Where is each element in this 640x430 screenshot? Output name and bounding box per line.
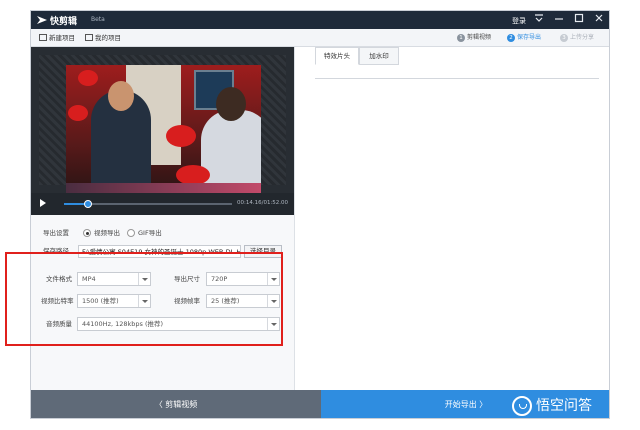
time-display: 00:14.16/01:52.00 bbox=[237, 200, 289, 206]
step-save-export: 2 保存导出 bbox=[507, 33, 541, 43]
highlight-frame bbox=[5, 252, 283, 346]
my-projects-label: 我的项目 bbox=[95, 34, 121, 42]
step-number: 2 bbox=[507, 34, 515, 42]
tab-watermark[interactable]: 加水印 bbox=[359, 47, 399, 65]
export-settings-label: 导出设置 bbox=[43, 229, 69, 237]
scene-flower bbox=[166, 125, 196, 147]
gif-export-radio[interactable] bbox=[127, 229, 135, 237]
start-export-label: 开始导出 bbox=[444, 400, 477, 409]
app-window: 快剪辑 Beta 登录 新建项目 我的项目 1 剪辑视频 2 保存导出 3 上传分 bbox=[30, 10, 610, 419]
video-export-label[interactable]: 视频导出 bbox=[94, 227, 120, 239]
beta-badge: Beta bbox=[91, 16, 105, 23]
chevron-right-icon: 〉 bbox=[476, 400, 488, 409]
step-label: 上传分享 bbox=[570, 34, 595, 41]
video-export-radio[interactable] bbox=[83, 229, 91, 237]
video-preview[interactable] bbox=[31, 47, 294, 193]
title-bar: 快剪辑 Beta 登录 bbox=[31, 11, 609, 29]
app-logo-icon bbox=[37, 16, 47, 24]
player-controls: 00:14.16/01:52.00 bbox=[31, 193, 294, 215]
step-number: 1 bbox=[457, 34, 465, 42]
scene-person-right bbox=[201, 110, 261, 193]
close-icon[interactable] bbox=[592, 13, 606, 27]
tab-divider bbox=[315, 78, 599, 79]
step-upload-share: 3 上传分享 bbox=[560, 33, 594, 43]
watermark-text: 悟空问答 bbox=[536, 398, 592, 414]
watermark: 悟空问答 bbox=[512, 394, 592, 418]
scene-flower bbox=[68, 105, 88, 121]
step-number: 3 bbox=[560, 34, 568, 42]
scene-flower bbox=[78, 70, 98, 86]
tab-intro-effects[interactable]: 特效片头 bbox=[315, 47, 359, 65]
scene-person-right-head bbox=[216, 87, 246, 121]
video-frame bbox=[66, 65, 261, 193]
scene-flower bbox=[176, 165, 210, 185]
wukong-logo-icon bbox=[512, 396, 532, 416]
new-project-icon bbox=[39, 34, 47, 41]
play-icon[interactable] bbox=[40, 199, 46, 207]
progress-track[interactable] bbox=[64, 200, 232, 208]
gif-export-label[interactable]: GIF导出 bbox=[138, 227, 162, 239]
step-label: 剪辑视频 bbox=[467, 34, 492, 41]
scene-person-left-head bbox=[108, 81, 134, 111]
my-projects-button[interactable]: 我的项目 bbox=[85, 33, 121, 43]
chevron-left-icon: 〈 bbox=[154, 400, 166, 409]
new-project-button[interactable]: 新建项目 bbox=[39, 33, 75, 43]
minimize-icon[interactable] bbox=[552, 13, 566, 27]
scene-band bbox=[66, 183, 261, 193]
progress-knob[interactable] bbox=[83, 200, 92, 208]
step-edit-video: 1 剪辑视频 bbox=[457, 33, 491, 43]
toolbar: 新建项目 我的项目 1 剪辑视频 2 保存导出 3 上传分享 bbox=[31, 29, 609, 47]
app-title: 快剪辑 bbox=[50, 17, 78, 27]
back-to-edit-label: 剪辑视频 bbox=[165, 400, 198, 409]
right-panel: 特效片头 加水印 bbox=[294, 47, 609, 390]
folder-icon bbox=[85, 34, 93, 41]
back-to-edit-button[interactable]: 〈 剪辑视频 bbox=[31, 390, 321, 418]
new-project-label: 新建项目 bbox=[49, 34, 75, 42]
login-link[interactable]: 登录 bbox=[512, 16, 526, 26]
step-label: 保存导出 bbox=[517, 34, 542, 41]
menu-icon[interactable] bbox=[532, 13, 546, 27]
maximize-icon[interactable] bbox=[572, 13, 586, 27]
